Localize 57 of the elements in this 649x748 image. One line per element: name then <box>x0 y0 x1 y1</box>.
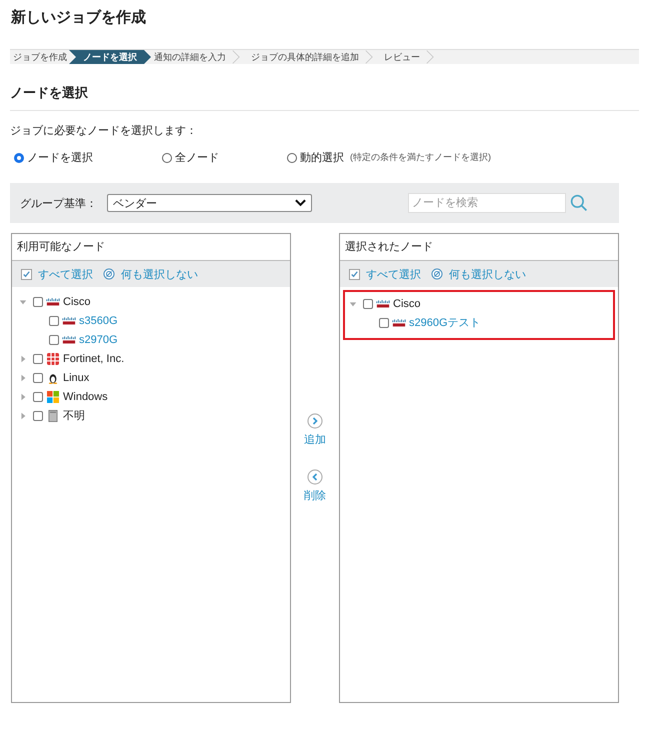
mode-radio[interactable]: 全ノード <box>162 150 287 165</box>
clear-icon <box>431 268 443 280</box>
four-squares-icon <box>46 390 60 402</box>
node-label: 不明 <box>63 409 85 423</box>
expand-toggle-icon[interactable] <box>19 374 27 382</box>
node-checkbox[interactable] <box>33 372 43 382</box>
node-checkbox[interactable] <box>33 296 43 306</box>
expand-toggle-icon[interactable] <box>19 354 27 362</box>
mode-radio[interactable]: ノードを選択 <box>10 150 162 165</box>
wizard-step[interactable]: ジョブの具体的詳細を追加 <box>248 50 365 64</box>
penguin-icon <box>46 372 60 384</box>
node-label: Cisco <box>63 296 91 308</box>
network-switch-icon <box>62 334 76 346</box>
node-label: Windows <box>63 390 108 402</box>
group-by-label: グループ基準： <box>20 196 97 210</box>
expand-toggle-icon[interactable] <box>19 298 27 306</box>
node-label[interactable]: s3560G <box>79 314 118 326</box>
search-field[interactable]: ノードを検索 <box>408 193 566 213</box>
node-label: Fortinet, Inc. <box>63 352 124 364</box>
move-button[interactable]: 追加 <box>304 413 326 447</box>
expand-toggle-icon[interactable] <box>19 392 27 400</box>
node-checkbox[interactable] <box>379 318 389 328</box>
node-label[interactable]: s2960Gテスト <box>409 315 481 330</box>
clear-icon <box>103 268 115 280</box>
node-checkbox[interactable] <box>49 334 59 344</box>
server-icon <box>46 410 60 422</box>
node-checkbox[interactable] <box>49 316 59 326</box>
expand-toggle-icon[interactable] <box>349 300 357 308</box>
chevron-icon <box>365 50 373 64</box>
network-switch-icon <box>392 316 406 328</box>
node-checkbox[interactable] <box>33 410 43 420</box>
grid-logo-icon <box>46 352 60 364</box>
chevron-icon <box>426 50 434 64</box>
node-label: Linux <box>63 372 90 384</box>
network-switch-icon <box>46 296 60 308</box>
node-checkbox[interactable] <box>33 392 43 402</box>
node-label: Cisco <box>393 298 421 310</box>
network-switch-icon <box>376 298 390 310</box>
checkbox-icon <box>349 268 360 280</box>
move-button[interactable]: 削除 <box>304 469 326 503</box>
node-label[interactable]: s2970G <box>79 334 118 346</box>
node-checkbox[interactable] <box>363 298 373 308</box>
checkbox-icon <box>21 268 32 280</box>
wizard-step[interactable]: ノードを選択 <box>69 50 151 64</box>
search-icon[interactable] <box>570 194 588 212</box>
dropdown-caret-icon <box>295 199 306 207</box>
network-switch-icon <box>62 314 76 326</box>
node-checkbox[interactable] <box>33 354 43 364</box>
instruction-text: ジョブに必要なノードを選択します： <box>10 124 198 138</box>
wizard-step[interactable]: レビュー <box>381 50 426 64</box>
chevron-icon <box>232 50 240 64</box>
section-title: ノードを選択 <box>10 84 639 111</box>
group-by-dropdown[interactable]: ベンダー <box>107 194 312 212</box>
mode-radio[interactable]: 動的選択 (特定の条件を満たすノードを選択) <box>287 150 491 165</box>
expand-toggle-icon[interactable] <box>19 412 27 420</box>
page-title: 新しいジョブを作成 <box>11 8 147 28</box>
wizard-step[interactable]: 通知の詳細を入力 <box>151 50 232 64</box>
